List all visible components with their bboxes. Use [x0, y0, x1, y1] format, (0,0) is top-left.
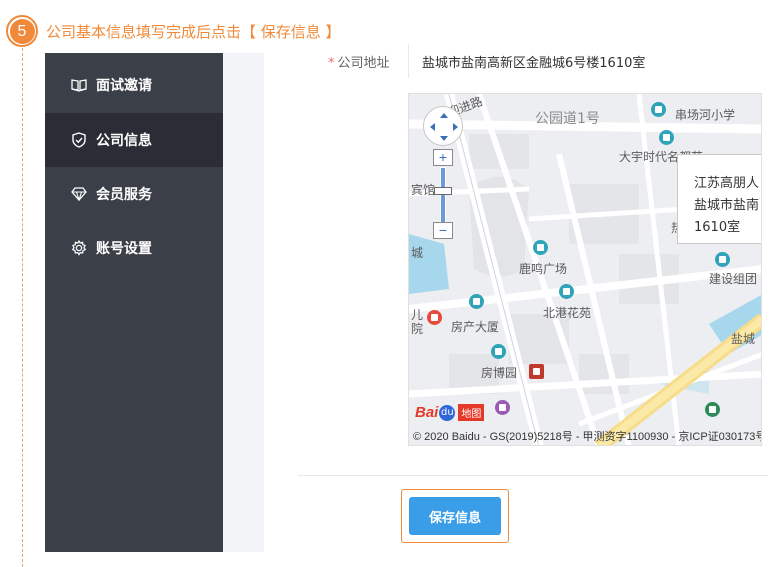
- school-poi-icon[interactable]: [659, 130, 674, 145]
- map-zoom-control: + −: [432, 149, 454, 239]
- save-info-button[interactable]: 保存信息: [409, 497, 501, 535]
- sidebar-item-account-settings[interactable]: 账号设置: [45, 221, 223, 275]
- bank-poi-icon[interactable]: [529, 364, 544, 379]
- sidebar-item-label: 面试邀请: [96, 78, 152, 94]
- diamond-icon: [71, 186, 87, 202]
- map-label: 公园道1号: [535, 111, 600, 127]
- logo-map-text: 地图: [458, 404, 485, 421]
- map-widget[interactable]: 迎进路 公园道1号 串场河小学 大宇时代名都苑 宾馆 城 鹿鸣广场 北港花苑 建…: [408, 93, 762, 446]
- address-label-text: 公司地址: [337, 56, 390, 71]
- sidebar-item-label: 会员服务: [96, 187, 152, 203]
- map-label: 建设组团: [709, 272, 758, 286]
- map-label: 串场河小学: [675, 108, 736, 122]
- poi-icon[interactable]: [469, 294, 484, 309]
- map-label: 北港花苑: [543, 306, 592, 320]
- poi-icon[interactable]: [715, 252, 730, 267]
- poi-icon[interactable]: [705, 402, 720, 417]
- map-pan-control[interactable]: [423, 106, 463, 146]
- poi-icon[interactable]: [651, 102, 666, 117]
- sidebar-item-membership[interactable]: 会员服务: [45, 167, 223, 221]
- sidebar-item-label: 公司信息: [96, 133, 152, 149]
- poi-icon[interactable]: [495, 400, 510, 415]
- info-window-line: 江苏高朋人: [694, 176, 760, 191]
- map-copyright: © 2020 Baidu - GS(2019)5218号 - 甲测资字11009…: [413, 431, 762, 443]
- gear-icon: [71, 240, 87, 256]
- paw-icon: du: [439, 404, 456, 421]
- address-field-label: * 公司地址: [328, 52, 390, 71]
- step-header: 5 公司基本信息填写完成后点击【 保存信息 】: [6, 15, 341, 47]
- step-number: 5: [9, 18, 35, 44]
- map-label: 盐城: [731, 332, 756, 346]
- pan-arrows-icon: [430, 113, 458, 141]
- map-label: 鹿鸣广场: [519, 262, 568, 276]
- map-label: 房产大厦: [451, 320, 500, 334]
- sidebar: 面试邀请 公司信息 会员服务 账号设置: [45, 53, 223, 552]
- sidebar-item-label: 账号设置: [96, 241, 152, 257]
- map-info-window: 江苏高朋人 盐城市盐南 1610室: [677, 154, 761, 244]
- zoom-slider-thumb[interactable]: [434, 187, 452, 195]
- zoom-slider-track[interactable]: [440, 167, 446, 223]
- required-mark: *: [328, 56, 335, 71]
- field-divider: [408, 44, 409, 78]
- shield-check-icon: [71, 132, 87, 148]
- poi-icon[interactable]: [559, 284, 574, 299]
- zoom-out-button[interactable]: −: [433, 222, 453, 239]
- poi-icon[interactable]: [533, 240, 548, 255]
- map-label: 城: [411, 246, 424, 260]
- sidebar-item-interview-invite[interactable]: 面试邀请: [45, 58, 223, 112]
- step-badge: 5: [6, 15, 38, 47]
- info-window-line: 1610室: [694, 220, 741, 235]
- step-instruction: 公司基本信息填写完成后点击【 保存信息 】: [46, 22, 341, 41]
- address-value[interactable]: 盐城市盐南高新区金融城6号楼1610室: [422, 52, 645, 71]
- poi-icon[interactable]: [491, 344, 506, 359]
- info-window-line: 盐城市盐南: [694, 198, 760, 213]
- map-label: 院: [411, 322, 424, 336]
- logo-text: Bai: [415, 404, 439, 421]
- content-gutter: [223, 53, 264, 552]
- sidebar-item-company-info[interactable]: 公司信息: [45, 113, 223, 167]
- map-label: 房博园: [481, 366, 518, 380]
- form-divider: [298, 475, 768, 476]
- baidu-map-logo[interactable]: Bai du 地图: [415, 404, 485, 421]
- step-connector-line: [22, 48, 23, 567]
- book-icon: [71, 77, 87, 93]
- hospital-poi-icon[interactable]: [427, 310, 442, 325]
- zoom-in-button[interactable]: +: [433, 149, 453, 166]
